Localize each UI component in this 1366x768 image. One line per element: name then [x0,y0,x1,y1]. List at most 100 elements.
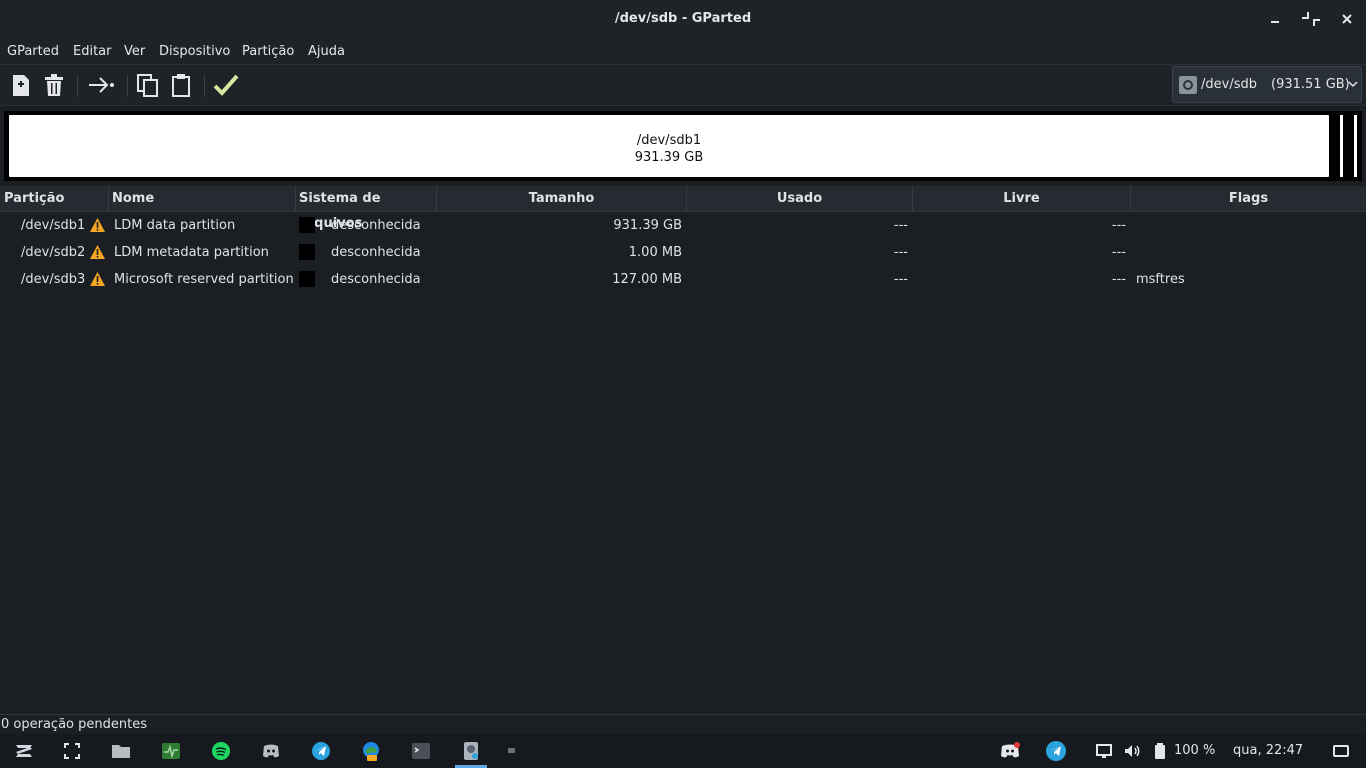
apply-button[interactable] [211,70,241,100]
status-bar: 0 operação pendentes [0,714,1366,734]
minimize-icon [1271,21,1279,23]
volume-tray-button[interactable] [1121,740,1143,762]
display-tray-button[interactable] [1093,740,1115,762]
telegram-button[interactable] [310,740,332,762]
folder-icon [112,745,130,758]
cell-name: LDM data partition [114,218,236,233]
system-monitor-icon [162,743,180,759]
paste-button[interactable] [166,70,196,100]
column-header-tamanho[interactable]: Tamanho [437,186,687,211]
menu-particao[interactable]: Partição [242,44,294,59]
column-header-particao[interactable]: Partição [0,186,109,211]
system-monitor-button[interactable] [160,740,182,762]
battery-tray-button[interactable] [1149,740,1171,762]
column-header-livre[interactable]: Livre [913,186,1131,211]
disk-map-partition-sdb2[interactable] [1340,115,1343,177]
cell-filesystem: desconhecida [331,218,421,233]
new-partition-button[interactable] [6,70,36,100]
cell-partition: /dev/sdb3 [21,272,86,287]
menu-editar[interactable]: Editar [73,44,112,59]
table-row[interactable]: /dev/sdb3 Microsoft reserved partition d… [0,266,1366,293]
column-header-nome[interactable]: Nome [109,186,296,211]
cell-used: --- [893,218,908,233]
clock[interactable]: qua, 22:47 [1233,743,1303,758]
cell-used: --- [893,272,908,287]
warning-icon [90,218,105,232]
telegram-tray-icon [1046,741,1066,761]
table-row[interactable]: /dev/sdb2 LDM metadata partition desconh… [0,239,1366,266]
workspace-overview-button[interactable] [61,740,83,762]
cell-filesystem: desconhecida [331,245,421,260]
cell-name: LDM metadata partition [114,245,269,260]
disk-map-partition-sdb3[interactable] [1354,115,1357,177]
show-desktop-button[interactable] [1330,740,1352,762]
spotify-icon [212,742,230,760]
battery-icon [1155,743,1165,759]
app-menu-button[interactable] [13,740,35,762]
menu-ajuda[interactable]: Ajuda [308,44,345,59]
cell-free: --- [1111,218,1126,233]
cell-filesystem: desconhecida [331,272,421,287]
gparted-button[interactable] [460,740,482,762]
apply-icon [213,74,239,96]
monitor-icon [1096,744,1112,758]
telegram-icon [312,742,330,760]
new-partition-icon [13,75,29,96]
toolbar-separator [77,75,78,97]
menu-bar: GParted Editar Ver Dispositivo Partição … [0,38,1366,64]
resize-move-icon [89,77,114,93]
disk-map-partition-size: 931.39 GB [634,150,704,165]
spotify-button[interactable] [210,740,232,762]
filesystem-color-swatch [299,271,315,287]
title-bar: /dev/sdb - GParted [0,0,1366,38]
minimize-button[interactable] [1263,8,1287,30]
desktop-icon [1333,745,1349,757]
cell-free: --- [1111,245,1126,260]
delete-icon [45,74,63,96]
disk-map-partition-sdb1[interactable]: /dev/sdb1 931.39 GB [9,115,1329,177]
cell-free: --- [1111,272,1126,287]
cell-used: --- [893,245,908,260]
menu-gparted[interactable]: GParted [7,44,59,59]
discord-tray-icon [1001,742,1020,758]
cell-size: 127.00 MB [612,272,682,287]
copy-button[interactable] [133,70,163,100]
filesystem-color-swatch [299,244,315,260]
toolbar-separator [127,75,128,97]
close-button[interactable] [1335,8,1359,30]
gparted-icon [464,742,478,760]
device-size: (931.51 GB) [1271,77,1350,92]
device-selector[interactable]: /dev/sdb (931.51 GB) [1172,66,1362,103]
window-icon [508,748,515,753]
column-header-flags[interactable]: Flags [1131,186,1366,211]
terminal-button[interactable] [410,740,432,762]
minimized-window-button[interactable] [503,740,525,762]
column-header-usado[interactable]: Usado [687,186,913,211]
device-name: /dev/sdb [1201,77,1257,92]
warning-icon [90,245,105,259]
telegram-tray-button[interactable] [1045,740,1067,762]
menu-ver[interactable]: Ver [124,44,145,59]
column-header-sistema-de-arquivos[interactable]: Sistema de arquivos [296,186,437,231]
terminal-icon [412,743,430,759]
fullscreen-icon [64,743,80,759]
window-title: /dev/sdb - GParted [614,11,752,26]
restore-button[interactable] [1299,8,1323,30]
edge-dev-button[interactable] [360,740,382,762]
copy-icon [137,74,158,97]
paste-icon [172,74,190,97]
pending-operations-label: 0 operação pendentes [1,717,147,732]
files-app-button[interactable] [110,740,132,762]
close-icon [1342,14,1352,24]
battery-percentage: 100 % [1174,743,1216,758]
resize-move-button[interactable] [86,70,116,100]
cell-size: 931.39 GB [613,218,682,233]
discord-tray-button[interactable] [999,740,1021,762]
menu-dispositivo[interactable]: Dispositivo [159,44,230,59]
discord-button[interactable] [260,740,282,762]
volume-icon [1125,745,1140,757]
disk-icon [1179,76,1197,94]
delete-button[interactable] [39,70,69,100]
warning-icon [90,272,105,286]
table-row[interactable]: /dev/sdb1 LDM data partition desconhecid… [0,212,1366,239]
